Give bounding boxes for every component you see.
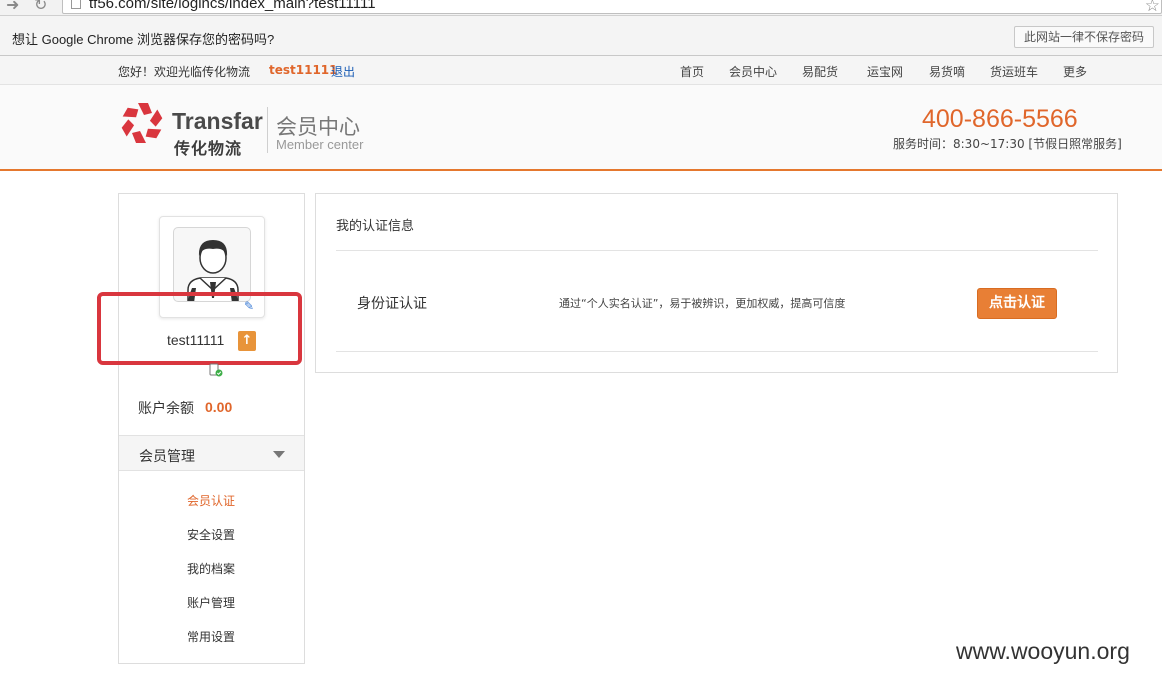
logout-link[interactable]: 退出 (331, 63, 355, 80)
watermark: www.wooyun.org (956, 638, 1130, 664)
member-center-subtitle: Member center (276, 137, 364, 152)
nav-yihuodi[interactable]: 易货嘀 (929, 63, 965, 80)
service-time: 服务时间：8:30~17:30 [节假日照常服务] (893, 137, 1122, 151)
site-header: Transfar 传化物流 会员中心 Member center 400-866… (0, 85, 1162, 171)
sidebar: ✎ test11111 ↑ 账户余额 0.00 会员管理 会员认证 安全设置 我… (97, 193, 305, 664)
logo-text-cn: 传化物流 (174, 139, 243, 158)
menu-item-security-settings[interactable]: 安全设置 (187, 526, 235, 543)
divider (336, 250, 1098, 251)
save-password-infobar: 想让 Google Chrome 浏览器保存您的密码吗? 此网站一律不保存密码 (0, 16, 1162, 56)
topbar-username[interactable]: test11111 (269, 63, 338, 77)
hotline-number: 400-866-5566 (922, 105, 1078, 133)
infobar-prompt: 想让 Google Chrome 浏览器保存您的密码吗? (12, 32, 275, 47)
nav-more[interactable]: 更多 (1063, 63, 1087, 80)
highlight-annotation (97, 292, 302, 365)
nav-freight-bus[interactable]: 货运班车 (990, 63, 1038, 80)
menu-item-my-profile[interactable]: 我的档案 (187, 560, 235, 577)
menu-title: 会员管理 (139, 449, 195, 465)
nav-yipeihuo[interactable]: 易配货 (802, 63, 838, 80)
welcome-text: 您好！欢迎光临传化物流 (118, 65, 251, 79)
phone-verified-icon (209, 363, 223, 377)
menu-item-account-management[interactable]: 账户管理 (187, 594, 235, 611)
browser-toolbar: ➜ ↻ tf56.com/site/logincs/index_main?tes… (0, 0, 1162, 16)
site-topbar: 您好！欢迎光临传化物流 test11111 退出 首页 会员中心 易配货 运宝网… (0, 56, 1162, 85)
back-icon[interactable]: ➜ (6, 0, 19, 14)
nav-home[interactable]: 首页 (680, 63, 704, 80)
caret-down-icon (273, 451, 285, 458)
star-icon[interactable]: ☆ (1145, 0, 1160, 15)
url-text[interactable]: tf56.com/site/logincs/index_main?test111… (89, 0, 376, 12)
nav-yunbao[interactable]: 运宝网 (867, 63, 903, 80)
verification-panel: 我的认证信息 身份证认证 通过“个人实名认证”，易于被辨识，更加权威，提高可信度… (315, 193, 1118, 373)
reload-icon[interactable]: ↻ (34, 0, 47, 14)
page-icon (71, 0, 81, 9)
never-save-button[interactable]: 此网站一律不保存密码 (1013, 26, 1154, 48)
avatar-icon (173, 227, 251, 302)
balance-value: 0.00 (205, 399, 233, 415)
logo-icon[interactable] (120, 101, 164, 145)
balance-label: 账户余额 (138, 401, 194, 417)
id-verification-label: 身份证认证 (357, 296, 427, 312)
logo-divider (267, 107, 268, 153)
menu-item-member-verification[interactable]: 会员认证 (187, 492, 235, 509)
address-bar[interactable]: tf56.com/site/logincs/index_main?test111… (62, 0, 1162, 14)
member-management-menu[interactable]: 会员管理 (119, 435, 304, 471)
id-verification-description: 通过“个人实名认证”，易于被辨识，更加权威，提高可信度 (559, 297, 846, 310)
menu-item-common-settings[interactable]: 常用设置 (187, 628, 235, 645)
divider (336, 351, 1098, 352)
verify-button[interactable]: 点击认证 (977, 288, 1057, 319)
panel-title: 我的认证信息 (336, 219, 415, 234)
nav-member-center[interactable]: 会员中心 (729, 63, 777, 80)
logo-text-en: Transfar (172, 108, 263, 134)
